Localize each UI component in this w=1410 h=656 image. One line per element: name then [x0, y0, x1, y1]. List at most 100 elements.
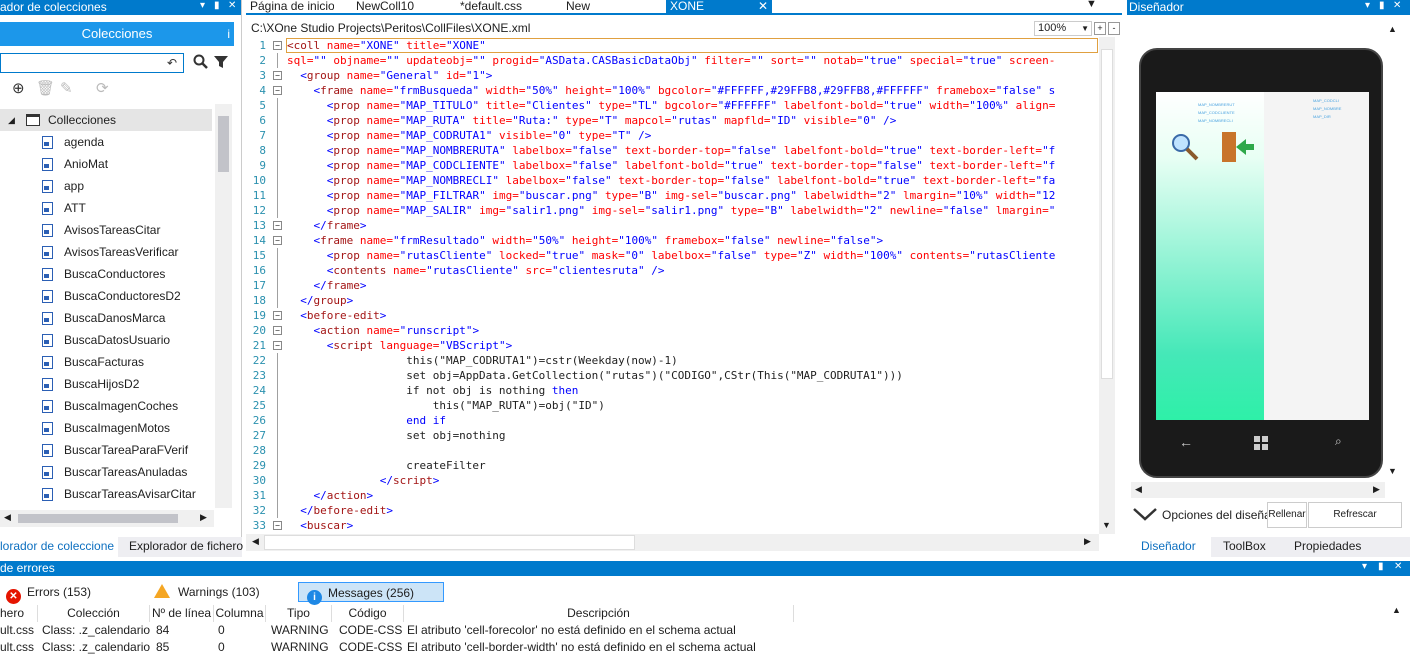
collapse-icon[interactable]: − [273, 521, 282, 530]
close-icon[interactable]: ✕ [1394, 561, 1402, 572]
tab-toolbox[interactable]: ToolBox [1223, 537, 1266, 557]
collapse-icon[interactable]: − [273, 221, 282, 230]
tree-vertical-scrollbar[interactable] [215, 104, 232, 508]
column-header[interactable]: Tipo [266, 605, 332, 622]
column-header[interactable]: hero [0, 605, 38, 622]
editor-horizontal-scrollbar[interactable]: ◀ ▶ [246, 534, 1099, 551]
table-row[interactable]: ult.css Class: .z_calendario 85 0 WARNING COD… [0, 639, 1390, 656]
scrollbar-thumb[interactable] [1101, 49, 1113, 379]
collapse-icon[interactable]: − [273, 71, 282, 80]
undo-arrow-icon[interactable]: ↶ [167, 56, 177, 70]
scroll-down-icon[interactable]: ▼ [1388, 466, 1397, 476]
editor-vertical-scrollbar[interactable]: ▼ [1099, 37, 1115, 534]
refresh-icon[interactable]: ⟳ [96, 79, 109, 97]
close-icon[interactable]: ✕ [228, 0, 236, 11]
tab-newcoll10[interactable]: NewColl10 [352, 0, 414, 14]
tab-designer[interactable]: Diseñador [1127, 537, 1211, 557]
tree-item[interactable]: AvisosTareasCitar [42, 219, 160, 241]
tab-new[interactable]: New [562, 0, 590, 14]
collapse-icon[interactable]: − [273, 311, 282, 320]
tree-item[interactable]: BuscaImagenMotos [42, 417, 170, 439]
back-icon[interactable]: ← [1179, 434, 1193, 450]
tab-default-css[interactable]: *default.css [456, 0, 522, 14]
pin-icon[interactable]: ▮ [1378, 561, 1384, 572]
tree-item[interactable]: BuscaFacturas [42, 351, 144, 373]
tree-item[interactable]: BuscaImagenCoches [42, 395, 178, 417]
close-icon[interactable]: ✕ [1393, 0, 1401, 11]
zoom-in-button[interactable]: + [1094, 22, 1106, 35]
scroll-right-icon[interactable]: ▶ [1084, 536, 1091, 547]
pin-icon[interactable]: ▮ [214, 0, 220, 11]
search-input[interactable]: ↶ [0, 53, 184, 73]
tree-item[interactable]: BuscarTareaParaFVerif [42, 439, 188, 461]
collapse-icon[interactable]: − [273, 41, 282, 50]
designer-horizontal-scrollbar[interactable]: ◀ ▶ [1131, 482, 1385, 498]
tree-item[interactable]: agenda [42, 131, 104, 153]
search-icon[interactable] [193, 54, 209, 74]
chevron-down-icon[interactable] [1132, 506, 1158, 522]
scroll-left-icon[interactable]: ◀ [1135, 484, 1142, 495]
tree-item[interactable]: BuscaDatosUsuario [42, 329, 170, 351]
collections-tab[interactable]: Colecciones i [0, 22, 234, 46]
scroll-down-icon[interactable]: ▼ [1102, 520, 1111, 530]
scroll-right-icon[interactable]: ▶ [200, 512, 207, 523]
column-header[interactable]: Descripción [404, 605, 794, 622]
table-row[interactable]: ult.css Class: .z_calendario 84 0 WARNING COD… [0, 622, 1390, 639]
scroll-right-icon[interactable]: ▶ [1373, 484, 1380, 495]
column-header[interactable]: Nº de línea [150, 605, 214, 622]
windows-icon[interactable] [1254, 436, 1268, 450]
messages-filter[interactable]: i Messages (256) [298, 582, 444, 605]
dropdown-icon[interactable]: ▾ [1365, 0, 1370, 11]
tree-item[interactable]: BuscaDanosMarca [42, 307, 165, 329]
scroll-up-icon[interactable]: ▲ [1392, 605, 1401, 615]
collapse-icon[interactable]: − [273, 86, 282, 95]
exit-door-icon[interactable] [1218, 130, 1256, 164]
tab-overflow-icon[interactable]: ▼ [1086, 0, 1097, 10]
collapse-icon[interactable]: − [273, 326, 282, 335]
dropdown-icon[interactable]: ▾ [1362, 561, 1367, 572]
scroll-left-icon[interactable]: ◀ [4, 512, 11, 523]
search-icon[interactable] [1170, 132, 1200, 162]
tree-item[interactable]: BuscaHijosD2 [42, 373, 139, 395]
collapse-icon[interactable]: − [273, 236, 282, 245]
column-header[interactable]: Código [332, 605, 404, 622]
tree-item[interactable]: AvisosTareasVerificar [42, 241, 179, 263]
scrollbar-thumb[interactable] [218, 116, 229, 172]
collapse-icon[interactable]: − [273, 341, 282, 350]
rellenar-button[interactable]: Rellenar [1267, 502, 1307, 528]
pin-icon[interactable]: ▮ [1379, 0, 1385, 11]
code-area[interactable]: 1−2 3−4−5 6 7 8 9 10 11 12 13−14−15 16 17 18 19−20−21… [246, 37, 1099, 534]
tree-horizontal-scrollbar[interactable]: ◀ ▶ [0, 510, 214, 527]
refrescar-button[interactable]: Refrescar [1308, 502, 1402, 528]
tree-item[interactable]: BuscarTareasAnuladas [42, 461, 187, 483]
tab-properties[interactable]: Propiedades [1294, 537, 1361, 557]
zoom-out-button[interactable]: - [1108, 22, 1120, 35]
tree-item[interactable]: app [42, 175, 84, 197]
add-icon[interactable]: ⊕ [12, 79, 25, 97]
search-icon[interactable]: ⌕ [1335, 434, 1342, 449]
tree-item[interactable]: ATT [42, 197, 86, 219]
tree-item[interactable]: BuscaConductoresD2 [42, 285, 181, 307]
phone-screen[interactable]: MAP_NOMBRERUT MAP_CODCLIENTE MAP_NOMBREC… [1156, 92, 1369, 420]
tree-root[interactable]: ◢ Collecciones [0, 109, 212, 131]
tab-file-explorer[interactable]: Explorador de fichero [129, 537, 243, 557]
scroll-left-icon[interactable]: ◀ [252, 536, 259, 547]
tree-item[interactable]: BuscaConductores [42, 263, 165, 285]
edit-icon[interactable]: ✎ [60, 79, 73, 97]
scrollbar-thumb[interactable] [18, 514, 178, 523]
dropdown-icon[interactable]: ▾ [200, 0, 205, 11]
errors-filter[interactable]: ✕ Errors (153) [6, 582, 91, 604]
expand-arrow-icon[interactable]: ◢ [8, 109, 15, 131]
filter-icon[interactable] [214, 55, 228, 73]
tree-item[interactable]: AnioMat [42, 153, 108, 175]
tab-xone[interactable]: XONE ✕ [666, 0, 772, 14]
info-icon[interactable]: i [227, 22, 230, 46]
zoom-select[interactable]: 100% ▼ [1034, 21, 1092, 36]
column-header[interactable]: Colección [38, 605, 150, 622]
tab-collections-explorer[interactable]: lorador de coleccione [0, 537, 118, 557]
delete-icon[interactable]: 🗑 [36, 79, 55, 97]
column-header[interactable]: Columna [214, 605, 266, 622]
close-tab-icon[interactable]: ✕ [758, 0, 768, 13]
tab-start-page[interactable]: Página de inicio [246, 0, 334, 14]
scrollbar-thumb[interactable] [264, 535, 635, 550]
